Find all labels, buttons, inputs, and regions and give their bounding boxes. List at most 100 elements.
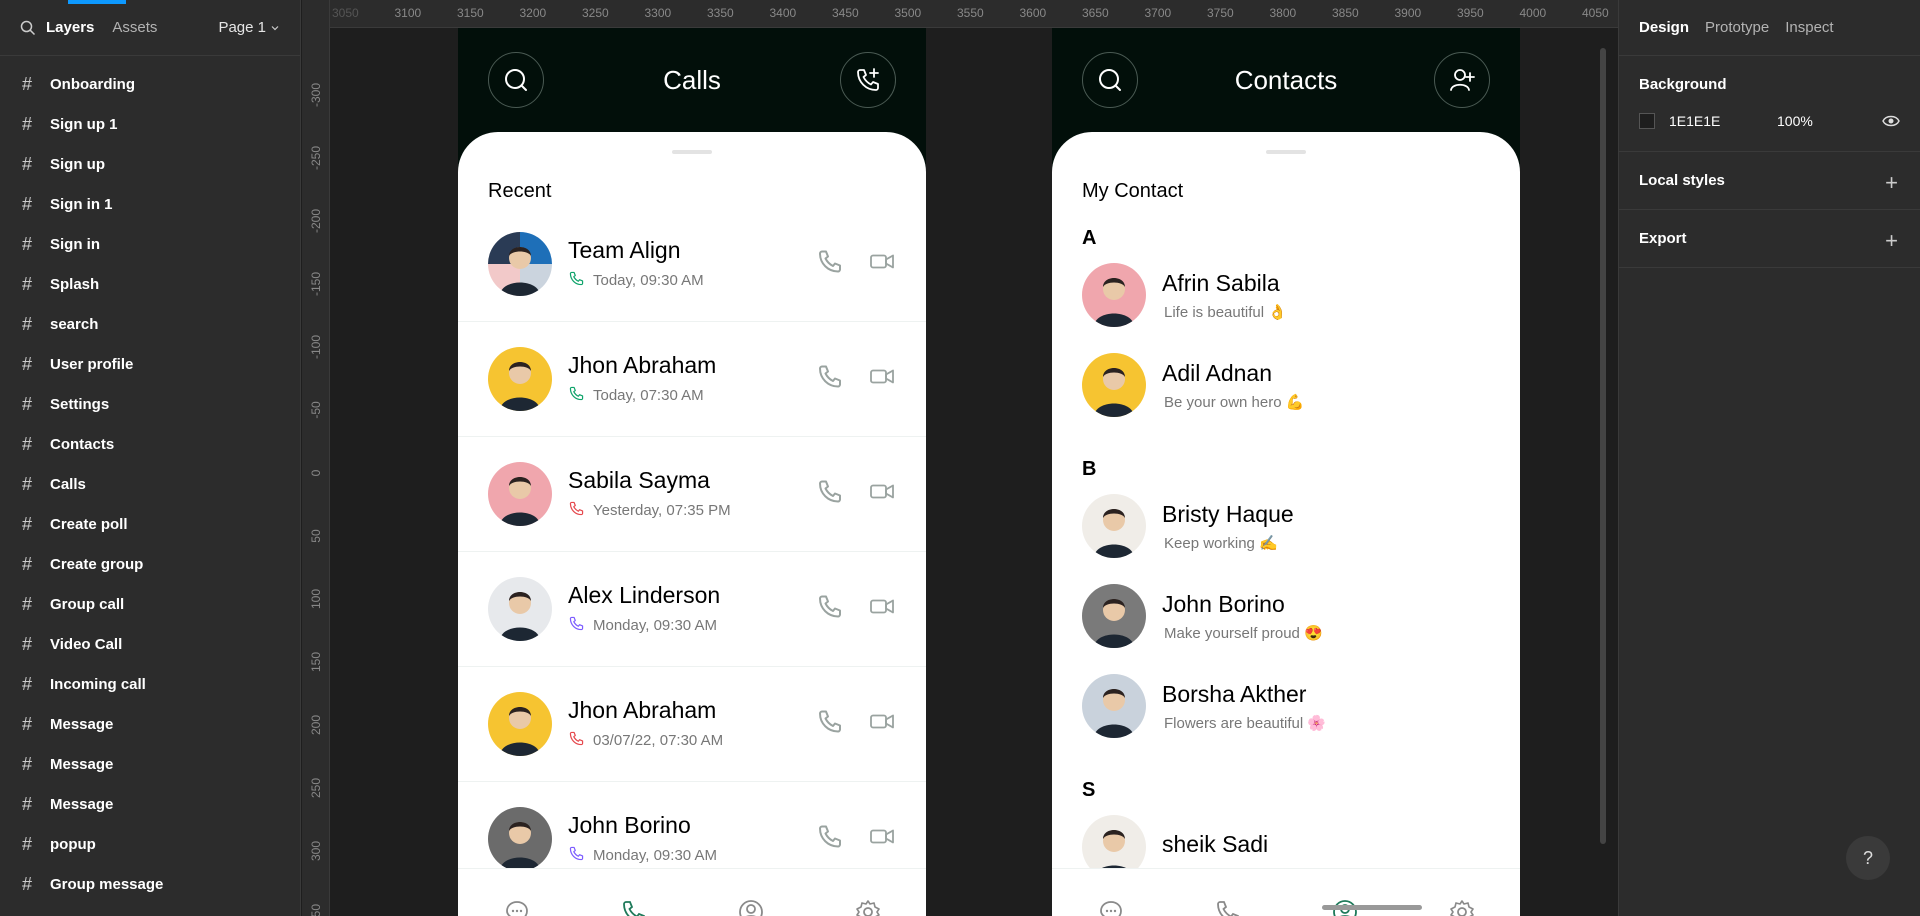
message-icon[interactable] [503, 898, 531, 916]
contact-list-item[interactable]: Adil Adnan Be your own hero 💪 [1052, 340, 1520, 430]
contact-list-item[interactable]: Borsha Akther Flowers are beautiful 🌸 [1052, 661, 1520, 751]
phone-icon[interactable] [620, 898, 648, 916]
video-icon[interactable] [868, 248, 896, 281]
search-button[interactable] [1082, 52, 1138, 108]
frame-hash-icon: # [22, 473, 33, 494]
video-icon[interactable] [868, 708, 896, 741]
phone-icon[interactable] [816, 823, 844, 856]
video-icon[interactable] [868, 593, 896, 626]
layer-item[interactable]: # Message [0, 784, 300, 824]
add-contact-button[interactable] [1434, 52, 1490, 108]
add-style-plus-icon[interactable]: + [1885, 170, 1898, 196]
layer-item[interactable]: # Incoming call [0, 664, 300, 704]
vertical-scrollbar[interactable] [1600, 48, 1606, 844]
layer-item[interactable]: # Create group [0, 544, 300, 584]
contact-list-item[interactable]: John Borino Make yourself proud 😍 [1052, 571, 1520, 661]
frame-hash-icon: # [22, 233, 33, 254]
tab-prototype[interactable]: Prototype [1705, 19, 1769, 36]
layer-item[interactable]: # User profile [0, 344, 300, 384]
video-icon[interactable] [868, 363, 896, 396]
avatar [1082, 353, 1146, 417]
phone-icon[interactable] [1214, 898, 1242, 916]
phone-icon[interactable] [816, 593, 844, 626]
phone-icon[interactable] [816, 478, 844, 511]
avatar [1082, 263, 1146, 327]
layer-item[interactable]: # Sign up 1 [0, 104, 300, 144]
call-list-item[interactable]: Alex Linderson Monday, 09:30 AM [458, 552, 926, 667]
sheet-handle[interactable] [672, 150, 712, 154]
layer-label: Sign in 1 [50, 195, 113, 213]
tab-design[interactable]: Design [1639, 19, 1689, 36]
layer-item[interactable]: # Video Call [0, 624, 300, 664]
layer-label: Incoming call [50, 675, 146, 693]
layer-item[interactable]: # Settings [0, 384, 300, 424]
layer-item[interactable]: # Sign in [0, 224, 300, 264]
layer-item[interactable]: # Group call [0, 584, 300, 624]
contact-info: sheik Sadi [1162, 831, 1268, 864]
ruler-tick-label: 4000 [1519, 6, 1547, 20]
tab-inspect[interactable]: Inspect [1785, 19, 1833, 36]
layer-item[interactable]: #Home delete [0, 904, 300, 916]
calls-frame[interactable]: Calls Recent Team Align Today, 09:30 AM Jh… [458, 28, 926, 916]
frame-hash-icon: # [22, 633, 33, 654]
call-list-item[interactable]: Jhon Abraham Today, 07:30 AM [458, 322, 926, 437]
phone-icon[interactable] [816, 708, 844, 741]
tab-layers[interactable]: Layers [46, 19, 94, 36]
contacts-frame[interactable]: Contacts My Contact A Afrin Sabila Life is… [1052, 28, 1520, 916]
layer-label: Create poll [50, 515, 128, 533]
phone-icon[interactable] [816, 248, 844, 281]
frame-hash-icon: # [22, 793, 33, 814]
video-icon[interactable] [868, 478, 896, 511]
call-list-item[interactable]: Team Align Today, 09:30 AM [458, 207, 926, 322]
layer-item[interactable]: # Create poll [0, 504, 300, 544]
eye-icon[interactable] [1882, 114, 1900, 128]
background-opacity[interactable]: 100% [1777, 113, 1813, 129]
layer-item[interactable]: # Message [0, 704, 300, 744]
avatar [1082, 494, 1146, 558]
call-list-item[interactable]: Jhon Abraham 03/07/22, 07:30 AM [458, 667, 926, 782]
gear-icon[interactable] [1448, 898, 1476, 916]
layer-item[interactable]: # Contacts [0, 424, 300, 464]
contact-list-item[interactable]: Afrin Sabila Life is beautiful 👌 [1052, 250, 1520, 340]
layer-item[interactable]: # Onboarding [0, 64, 300, 104]
message-icon[interactable] [1097, 898, 1125, 916]
gear-icon[interactable] [854, 898, 882, 916]
layer-item[interactable]: # Group message [0, 864, 300, 904]
ruler-tick-label: 3300 [644, 6, 672, 20]
video-icon[interactable] [868, 823, 896, 856]
call-info: Sabila Sayma Yesterday, 07:35 PM [568, 467, 731, 521]
layer-item[interactable]: # Sign up [0, 144, 300, 184]
search-button[interactable] [488, 52, 544, 108]
add-export-plus-icon[interactable]: + [1885, 228, 1898, 254]
add-call-button[interactable] [840, 52, 896, 108]
contact-status: Keep working ✍️ [1164, 534, 1278, 552]
ruler-tick-label: -150 [309, 271, 323, 297]
canvas[interactable]: 3050 3100 3150 3200 3250 3300 3350 3400 3450 3500… [302, 0, 1618, 916]
page-selector[interactable]: Page 1 [218, 19, 280, 36]
layer-label: User profile [50, 355, 134, 373]
ruler-tick-label: 0 [309, 469, 323, 477]
color-swatch[interactable] [1639, 113, 1655, 129]
phone-icon[interactable] [816, 363, 844, 396]
layer-item[interactable]: # popup [0, 824, 300, 864]
sheet-handle[interactable] [1266, 150, 1306, 154]
call-list-item[interactable]: Sabila Sayma Yesterday, 07:35 PM [458, 437, 926, 552]
contact-name: John Borino [568, 812, 691, 838]
ruler-tick-label: 3550 [957, 6, 984, 20]
layer-item[interactable]: # Splash [0, 264, 300, 304]
layer-item[interactable]: # search [0, 304, 300, 344]
help-button[interactable]: ? [1846, 836, 1890, 880]
search-icon[interactable] [20, 20, 36, 36]
layer-item[interactable]: # Sign in 1 [0, 184, 300, 224]
layer-item[interactable]: # Calls [0, 464, 300, 504]
calls-header: Calls [458, 28, 926, 132]
contact-list-item[interactable]: Bristy Haque Keep working ✍️ [1052, 481, 1520, 571]
tab-assets[interactable]: Assets [112, 19, 157, 36]
background-hex[interactable]: 1E1E1E [1669, 113, 1777, 129]
layer-item[interactable]: # Message [0, 744, 300, 784]
call-actions [816, 478, 896, 511]
user-icon[interactable] [737, 898, 765, 916]
call-meta: 03/07/22, 07:30 AM [568, 730, 723, 751]
frame-hash-icon: # [22, 313, 33, 334]
contact-status: Be your own hero 💪 [1164, 393, 1305, 411]
